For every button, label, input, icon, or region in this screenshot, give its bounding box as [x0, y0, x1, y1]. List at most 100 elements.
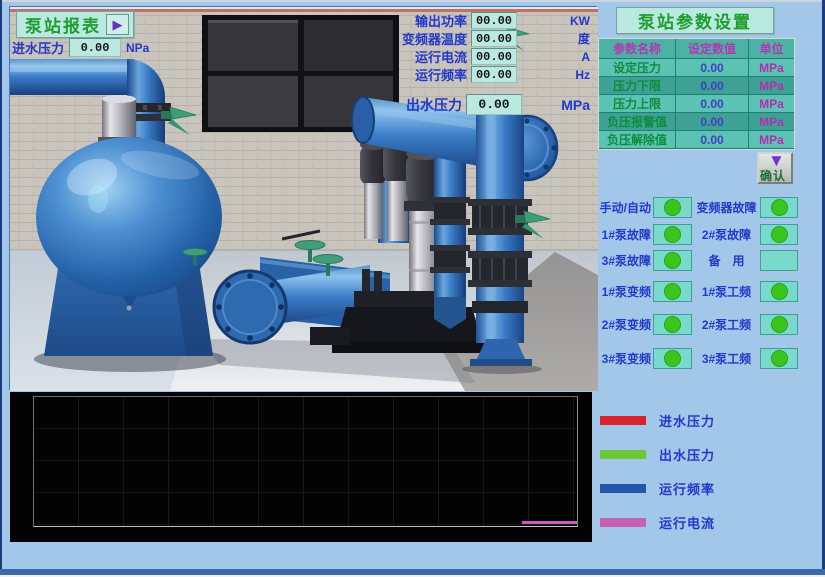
status-lamp-icon	[664, 316, 681, 333]
header-unit: 单位	[749, 39, 794, 59]
readout-value: 00.00	[471, 12, 517, 29]
status-label: 变频器故障	[695, 199, 758, 216]
readout-value: 00.00	[471, 66, 517, 83]
play-icon: ▶	[106, 14, 129, 35]
table-row: 负压报警值 0.00 MPa	[599, 113, 794, 131]
status-lamp-box	[653, 197, 692, 218]
param-name: 压力下限	[599, 77, 676, 95]
legend-color-swatch	[600, 450, 646, 459]
output-power-readout: 输出功率 00.00 KW	[398, 11, 594, 30]
readout-value: 00.00	[471, 48, 517, 65]
readout-unit: Hz	[521, 68, 590, 82]
status-lamp-icon	[771, 316, 788, 333]
param-name: 负压报警值	[599, 113, 676, 131]
trend-chart	[10, 392, 592, 542]
frame-left	[0, 0, 2, 577]
status-lamp-box	[653, 348, 692, 369]
param-unit: MPa	[749, 113, 794, 131]
status-label: 2#泵故障	[695, 226, 758, 243]
status-lamp-icon	[664, 283, 681, 300]
legend-color-swatch	[600, 416, 646, 425]
param-value-field[interactable]: 0.00	[676, 113, 749, 131]
legend-item: 进水压力	[600, 411, 715, 430]
legend-item: 运行电流	[600, 513, 715, 532]
status-lamp-box	[653, 314, 692, 335]
running-frequency-readout: 运行频率 00.00 Hz	[398, 65, 594, 84]
status-lamp-icon	[771, 283, 788, 300]
param-value-field[interactable]: 0.00	[676, 77, 749, 95]
param-name: 负压解除值	[599, 131, 676, 149]
readout-unit: KW	[521, 14, 590, 28]
legend-item: 出水压力	[600, 445, 715, 464]
status-label: 3#泵变频	[593, 350, 651, 367]
readout-label: 出水压力	[398, 95, 462, 115]
readout-label: 变频器温度	[398, 29, 467, 48]
param-value-field[interactable]: 0.00	[676, 59, 749, 77]
readout-value: 00.00	[471, 30, 517, 47]
status-row: 3#泵故障 备 用	[593, 249, 798, 271]
legend-label: 运行频率	[659, 479, 715, 498]
inverter-temp-readout: 变频器温度 00.00 度	[398, 29, 594, 48]
legend-color-swatch	[600, 518, 646, 527]
legend-label: 运行电流	[659, 513, 715, 532]
status-row: 2#泵变频 2#泵工频	[593, 313, 798, 335]
frame-top	[0, 0, 825, 2]
status-lamp-box	[760, 314, 798, 335]
inlet-pressure-label: 进水压力	[12, 38, 64, 57]
param-unit: MPa	[749, 59, 794, 77]
table-row: 压力下限 0.00 MPa	[599, 77, 794, 95]
param-unit: MPa	[749, 77, 794, 95]
outlet-pressure-readout: 出水压力 0.00 MPa	[398, 94, 594, 115]
status-label: 备 用	[695, 252, 758, 269]
status-lamp-icon	[664, 252, 681, 269]
status-label: 1#泵故障	[593, 226, 651, 243]
status-lamp-icon	[664, 226, 681, 243]
readout-unit: A	[521, 50, 590, 64]
status-label: 3#泵故障	[593, 252, 651, 269]
param-unit: MPa	[749, 131, 794, 149]
status-lamp-box	[653, 281, 692, 302]
pressure-tank	[36, 137, 222, 356]
report-button[interactable]: 泵站报表 ▶	[16, 11, 134, 38]
status-lamp-box	[760, 250, 798, 271]
status-label: 3#泵工频	[695, 350, 758, 367]
param-value-field[interactable]: 0.00	[676, 95, 749, 113]
confirm-button[interactable]: ▼ 确认	[757, 152, 793, 184]
param-name: 设定压力	[599, 59, 676, 77]
status-lamp-icon	[771, 226, 788, 243]
table-row: 设定压力 0.00 MPa	[599, 59, 794, 77]
status-row: 1#泵变频 1#泵工频	[593, 280, 798, 302]
legend-label: 出水压力	[659, 445, 715, 464]
status-label: 手动/自动	[593, 199, 651, 216]
readout-unit: MPa	[526, 97, 590, 113]
param-name: 压力上限	[599, 95, 676, 113]
inlet-pressure-readout: 进水压力 0.00 NPa	[12, 38, 149, 57]
table-row: 压力上限 0.00 MPa	[599, 95, 794, 113]
running-current-readout: 运行电流 00.00 A	[398, 47, 594, 66]
trend-chart-plot-area	[33, 396, 578, 527]
pump-station-hmi-screen: 泵站报表 ▶ 进水压力 0.00 NPa 输出功率 00.00 KW 变频器温度…	[0, 0, 825, 577]
status-lamp-box	[760, 224, 798, 245]
status-lamp-icon	[664, 350, 681, 367]
legend-color-swatch	[600, 484, 646, 493]
status-row: 1#泵故障 2#泵故障	[593, 223, 798, 245]
status-lamp-box	[760, 348, 798, 369]
current-trace-segment	[522, 521, 577, 524]
status-lamp-box	[653, 250, 692, 271]
status-lamp-box	[653, 224, 692, 245]
status-row: 手动/自动 变频器故障	[593, 196, 798, 218]
header-param-name: 参数名称	[599, 39, 676, 59]
status-label: 1#泵变频	[593, 283, 651, 300]
table-row: 负压解除值 0.00 MPa	[599, 131, 794, 149]
status-lamp-icon	[664, 199, 681, 216]
status-lamp-icon	[771, 350, 788, 367]
settings-panel-title: 泵站参数设置	[616, 7, 774, 34]
param-value-field[interactable]: 0.00	[676, 131, 749, 149]
param-unit: MPa	[749, 95, 794, 113]
readout-unit: 度	[521, 30, 590, 47]
readout-label: 运行频率	[398, 65, 467, 84]
readout-value: 0.00	[466, 94, 522, 115]
confirm-button-label: 确认	[760, 167, 786, 184]
inlet-pressure-unit: NPa	[126, 41, 149, 55]
readout-label: 运行电流	[398, 47, 467, 66]
